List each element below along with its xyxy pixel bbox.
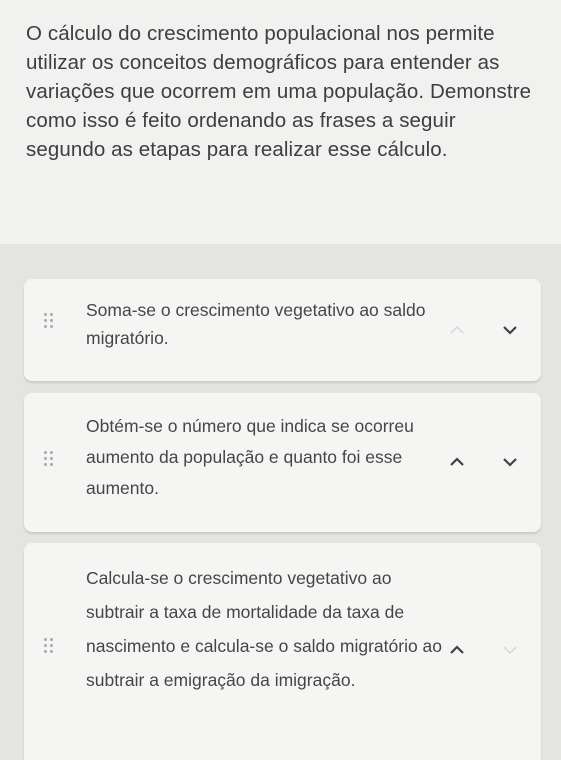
ordering-item-3[interactable]: Calcula-se o crescimento vegetativo ao s… <box>24 543 541 760</box>
ordering-item-1[interactable]: Soma-se o crescimento vegetativo ao sald… <box>24 279 541 381</box>
chevron-up-icon[interactable] <box>446 451 468 473</box>
ordering-item-2[interactable]: Obtém-se o número que indica se ocorreu … <box>24 393 541 532</box>
question-panel: O cálculo do crescimento populacional no… <box>0 0 561 244</box>
chevron-down-icon <box>499 639 521 661</box>
drag-handle-icon[interactable] <box>44 451 56 469</box>
chevron-down-icon[interactable] <box>499 319 521 341</box>
question-text: O cálculo do crescimento populacional no… <box>26 22 532 161</box>
chevron-up-icon <box>446 319 468 341</box>
chevron-up-icon[interactable] <box>446 639 468 661</box>
ordering-item-text: Soma-se o crescimento vegetativo ao sald… <box>86 300 426 348</box>
drag-handle-icon[interactable] <box>44 313 56 331</box>
ordering-item-text: Calcula-se o crescimento vegetativo ao s… <box>86 568 443 690</box>
ordering-item-text: Obtém-se o número que indica se ocorreu … <box>86 416 414 498</box>
drag-handle-icon[interactable] <box>44 638 56 656</box>
chevron-down-icon[interactable] <box>499 451 521 473</box>
